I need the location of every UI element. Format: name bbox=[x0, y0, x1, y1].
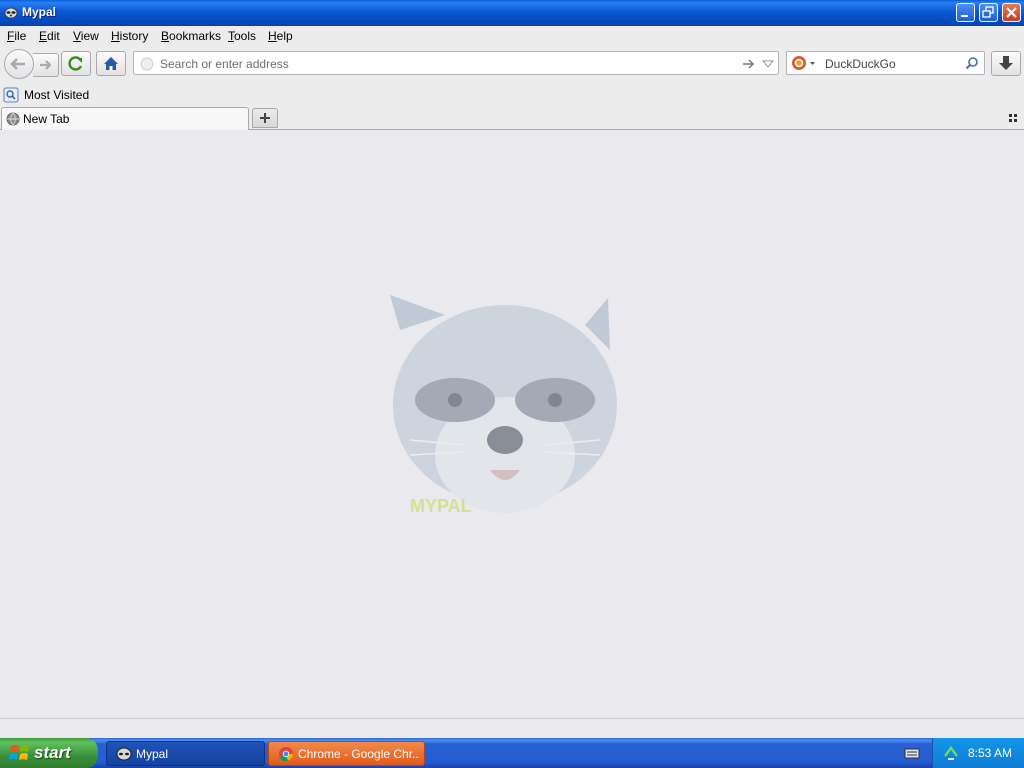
taskbar-item-chrome[interactable]: Chrome - Google Chr... bbox=[268, 741, 425, 766]
status-area bbox=[0, 718, 1024, 739]
back-button[interactable] bbox=[4, 49, 34, 79]
menu-bookmarks[interactable]: Bookmarks bbox=[161, 29, 221, 43]
menu-history[interactable]: History bbox=[111, 29, 148, 43]
menu-view[interactable]: View bbox=[73, 29, 99, 43]
address-input[interactable] bbox=[158, 55, 722, 73]
downloads-button[interactable] bbox=[991, 51, 1021, 76]
home-button[interactable] bbox=[96, 51, 126, 76]
tab-new-tab[interactable]: New Tab bbox=[1, 107, 249, 130]
home-icon bbox=[104, 57, 118, 70]
arrow-right-icon bbox=[40, 60, 52, 70]
address-bar[interactable] bbox=[133, 51, 779, 75]
folder-search-icon bbox=[3, 87, 19, 103]
search-icon[interactable] bbox=[965, 56, 979, 70]
window-title: Mypal bbox=[22, 5, 57, 19]
raccoon-icon bbox=[4, 7, 18, 19]
bookmark-label: Most Visited bbox=[24, 88, 90, 102]
chrome-icon bbox=[279, 747, 293, 762]
taskbar-item-mypal[interactable]: Mypal bbox=[106, 741, 265, 766]
grid-icon[interactable] bbox=[1008, 113, 1018, 123]
bookmarks-toolbar: Most Visited bbox=[0, 84, 1024, 106]
download-icon bbox=[999, 56, 1013, 70]
system-tray: 8:53 AM bbox=[932, 738, 1024, 768]
reload-button[interactable] bbox=[61, 51, 91, 76]
tab-strip: New Tab bbox=[0, 106, 1024, 130]
search-input[interactable] bbox=[823, 55, 957, 73]
windows-logo-icon bbox=[9, 745, 29, 760]
menu-edit[interactable]: Edit bbox=[39, 29, 60, 43]
clock[interactable]: 8:53 AM bbox=[968, 746, 1012, 760]
globe-icon bbox=[140, 57, 154, 71]
arrow-left-icon bbox=[10, 58, 25, 70]
forward-button[interactable] bbox=[33, 53, 59, 77]
raccoon-icon bbox=[116, 747, 132, 761]
taskbar: start Mypal Chrome - Google Chr... 8:53 … bbox=[0, 738, 1024, 768]
menu-bar: File Edit View History Bookmarks Tools H… bbox=[0, 26, 1024, 46]
search-bar[interactable] bbox=[786, 51, 985, 75]
task-label: Mypal bbox=[136, 747, 169, 761]
go-arrow-icon[interactable] bbox=[741, 57, 755, 71]
duckduckgo-icon[interactable] bbox=[791, 55, 817, 71]
network-icon[interactable] bbox=[942, 744, 960, 762]
navigation-toolbar bbox=[0, 46, 1024, 84]
page-content[interactable]: MYPAL bbox=[0, 130, 1024, 718]
keyboard-icon[interactable] bbox=[904, 747, 920, 759]
minimize-button[interactable] bbox=[956, 3, 975, 22]
menu-tools[interactable]: Tools bbox=[228, 29, 256, 43]
plus-icon bbox=[260, 113, 270, 123]
chevron-down-icon[interactable] bbox=[762, 58, 774, 70]
start-button[interactable]: start bbox=[0, 738, 98, 768]
close-button[interactable] bbox=[1002, 3, 1021, 22]
menu-help[interactable]: Help bbox=[268, 29, 293, 43]
reload-icon bbox=[68, 56, 83, 71]
title-bar[interactable]: Mypal bbox=[0, 0, 1024, 26]
new-tab-button[interactable] bbox=[252, 108, 278, 128]
task-label: Chrome - Google Chr... bbox=[298, 747, 420, 761]
start-label: start bbox=[34, 743, 71, 762]
tab-label: New Tab bbox=[23, 112, 70, 126]
globe-icon bbox=[6, 112, 20, 126]
restore-button[interactable] bbox=[979, 3, 998, 22]
raccoon-logo: MYPAL bbox=[390, 295, 617, 516]
menu-file[interactable]: File bbox=[7, 29, 26, 43]
logo-text: MYPAL bbox=[410, 496, 472, 516]
